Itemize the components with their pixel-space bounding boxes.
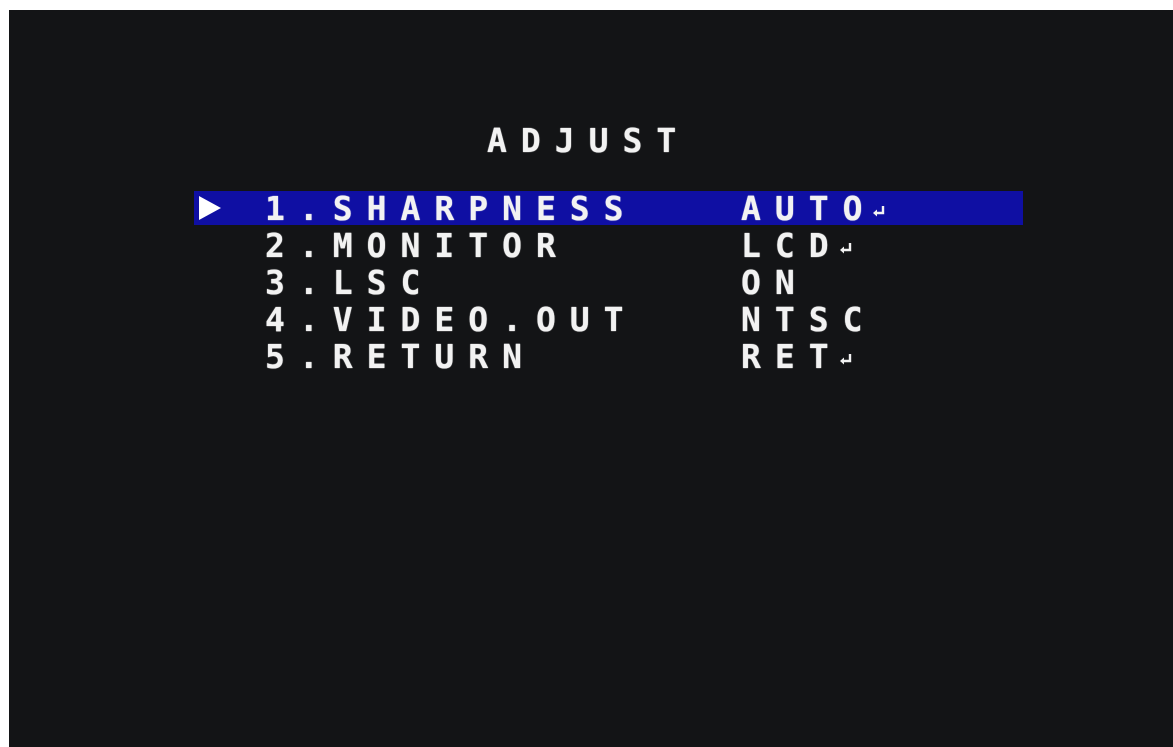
menu-item-label: 5.RETURN bbox=[265, 337, 536, 376]
menu-item-sharpness[interactable]: 1.SHARPNESS AUTO bbox=[9, 189, 1173, 228]
menu-item-value[interactable]: ON bbox=[741, 264, 809, 301]
menu-item-monitor[interactable]: 2.MONITOR LCD bbox=[9, 226, 1173, 265]
enter-icon bbox=[872, 204, 886, 218]
menu-item-value[interactable]: NTSC bbox=[741, 301, 876, 338]
menu-item-return[interactable]: 5.RETURN RET bbox=[9, 337, 1173, 376]
menu-item-lsc[interactable]: 3.LSC ON bbox=[9, 263, 1173, 302]
enter-icon bbox=[839, 352, 853, 366]
menu-item-label: 3.LSC bbox=[265, 263, 435, 302]
menu-item-video-out[interactable]: 4.VIDEO.OUT NTSC bbox=[9, 300, 1173, 339]
osd-screen: ADJUST 1.SHARPNESS AUTO 2.MONITOR LCD 3.… bbox=[9, 10, 1173, 747]
menu-title: ADJUST bbox=[487, 121, 691, 160]
menu-item-label: 2.MONITOR bbox=[265, 226, 570, 265]
menu-item-label: 4.VIDEO.OUT bbox=[265, 300, 638, 339]
menu-item-value[interactable]: RET bbox=[741, 338, 853, 375]
menu-item-label: 1.SHARPNESS bbox=[265, 189, 638, 228]
menu-item-value[interactable]: AUTO bbox=[741, 190, 886, 227]
menu-item-value[interactable]: LCD bbox=[741, 227, 853, 264]
enter-icon bbox=[839, 241, 853, 255]
